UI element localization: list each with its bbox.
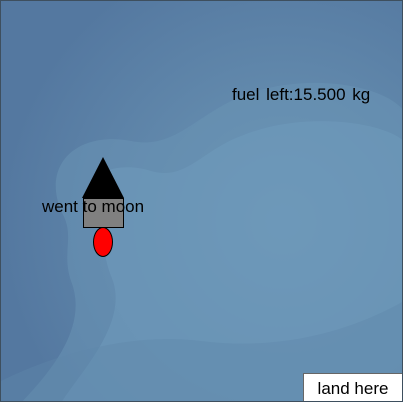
fuel-readout: fuel left:15.500 kg — [232, 85, 371, 104]
rocket-icon — [82, 157, 124, 198]
ship-status-label: went to moon — [42, 197, 145, 216]
land-here-button[interactable]: land here — [303, 373, 402, 401]
game-canvas[interactable]: fuel left:15.500 kg went to moon land he… — [0, 0, 403, 402]
thruster-flame-icon — [93, 227, 113, 257]
